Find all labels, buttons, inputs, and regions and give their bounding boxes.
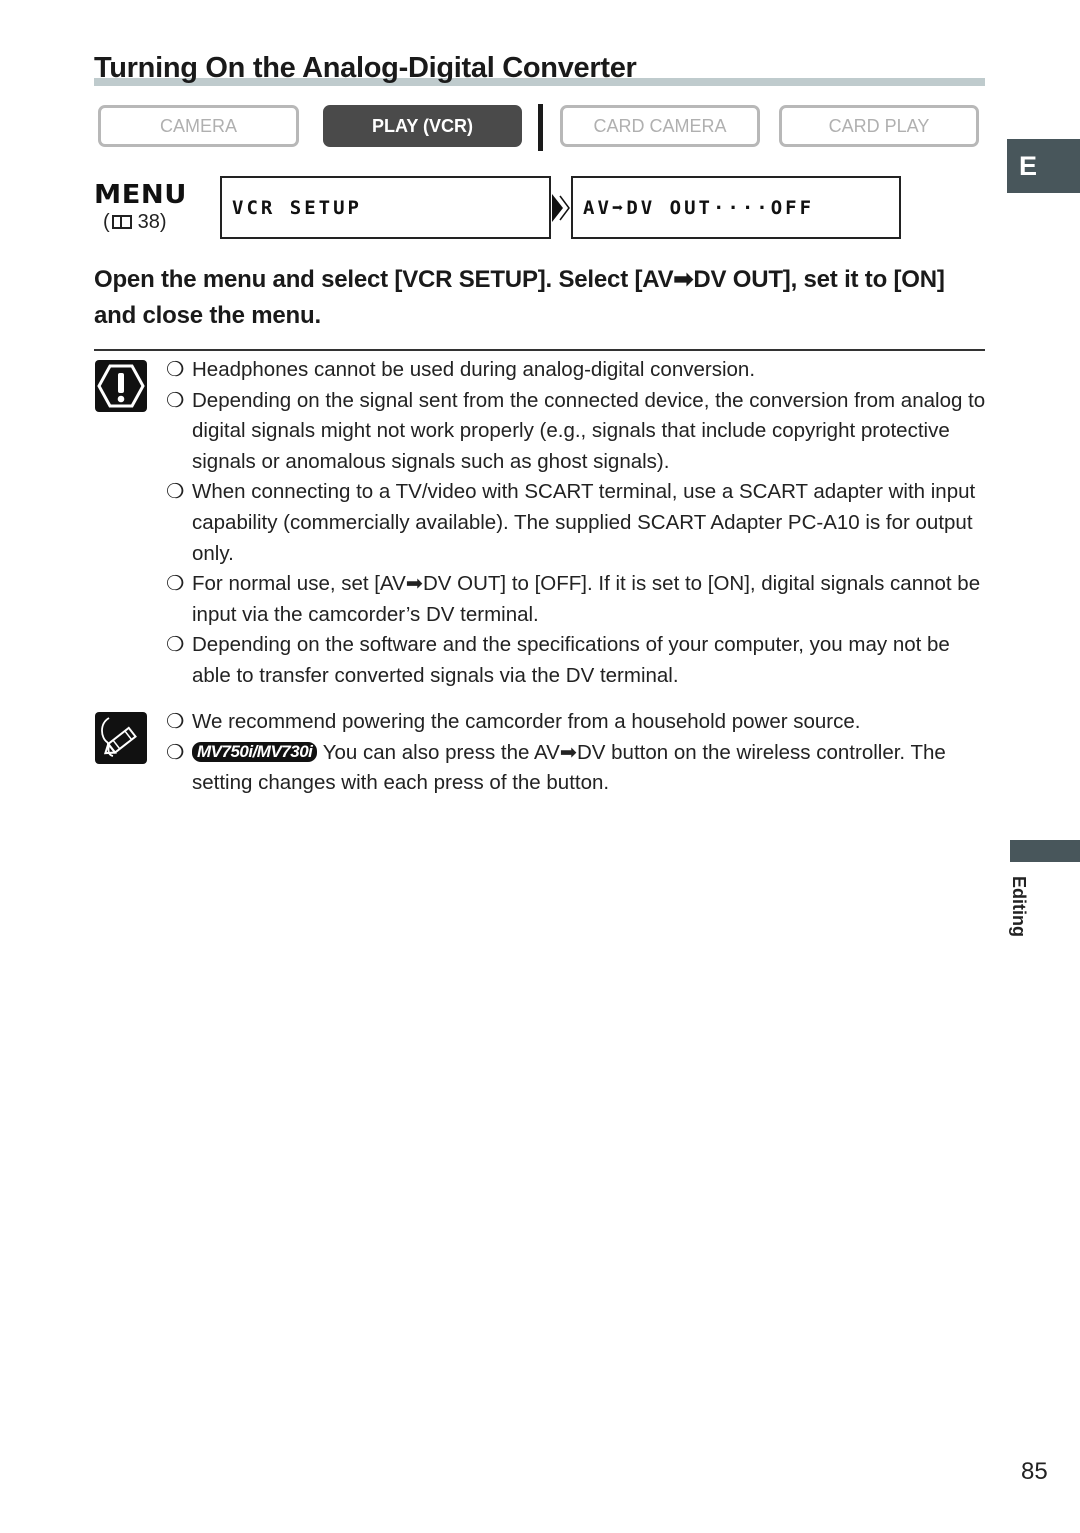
model-badge: MV750i/MV730i [192, 741, 318, 762]
section-tab [1010, 840, 1080, 862]
mode-card-camera: CARD CAMERA [560, 105, 760, 147]
note-item: ❍ MV750i/MV730i You can also press the AV… [166, 738, 986, 799]
bullet-icon: ❍ [166, 480, 185, 504]
bullet-icon: ❍ [166, 740, 185, 764]
next-step-arrow-icon [552, 194, 570, 222]
section-divider [94, 349, 985, 351]
bullet-icon: ❍ [166, 388, 185, 412]
bullet-icon: ❍ [166, 358, 185, 381]
caution-item: ❍ When connecting to a TV/video with SCAR… [166, 477, 986, 569]
menu-screen-av-dv-out: AV➡DV OUT····OFF [571, 176, 901, 239]
ref-open: ( [103, 211, 110, 233]
note-list: ❍ We recommend powering the camcorder fro… [166, 707, 986, 799]
menu-label: MENU [94, 180, 187, 210]
bullet-icon: ❍ [166, 572, 185, 596]
menu-screen-vcr-setup: VCR SETUP [220, 176, 551, 239]
book-icon [111, 215, 132, 229]
bullet-icon: ❍ [166, 633, 185, 657]
caution-icon [95, 360, 147, 412]
caution-item: ❍ Depending on the signal sent from the c… [166, 386, 986, 478]
page-number: 85 [1021, 1458, 1048, 1485]
instruction-text: Open the menu and select [VCR SETUP]. Se… [94, 266, 945, 329]
mode-camera: CAMERA [98, 105, 299, 147]
menu-page-reference: (38) [103, 211, 167, 234]
caution-item: ❍ For normal use, set [AV➡DV OUT] to [OFF… [166, 569, 986, 630]
mode-play-vcr: PLAY (VCR) [323, 105, 522, 147]
bullet-icon: ❍ [166, 710, 185, 733]
ref-page: 38) [137, 211, 167, 233]
caution-list: ❍ Headphones cannot be used during analog… [166, 355, 986, 692]
note-pencil-icon [95, 712, 147, 764]
caution-item: ❍ Headphones cannot be used during analog… [166, 355, 986, 386]
page-title: Turning On the Analog-Digital Converter [94, 52, 637, 84]
section-label: Editing [1009, 876, 1029, 937]
language-tab: E [1007, 139, 1080, 193]
mode-card-play: CARD PLAY [779, 105, 979, 147]
caution-item: ❍ Depending on the software and the speci… [166, 630, 986, 691]
note-item: ❍ We recommend powering the camcorder fro… [166, 707, 986, 738]
mode-separator [538, 104, 543, 151]
